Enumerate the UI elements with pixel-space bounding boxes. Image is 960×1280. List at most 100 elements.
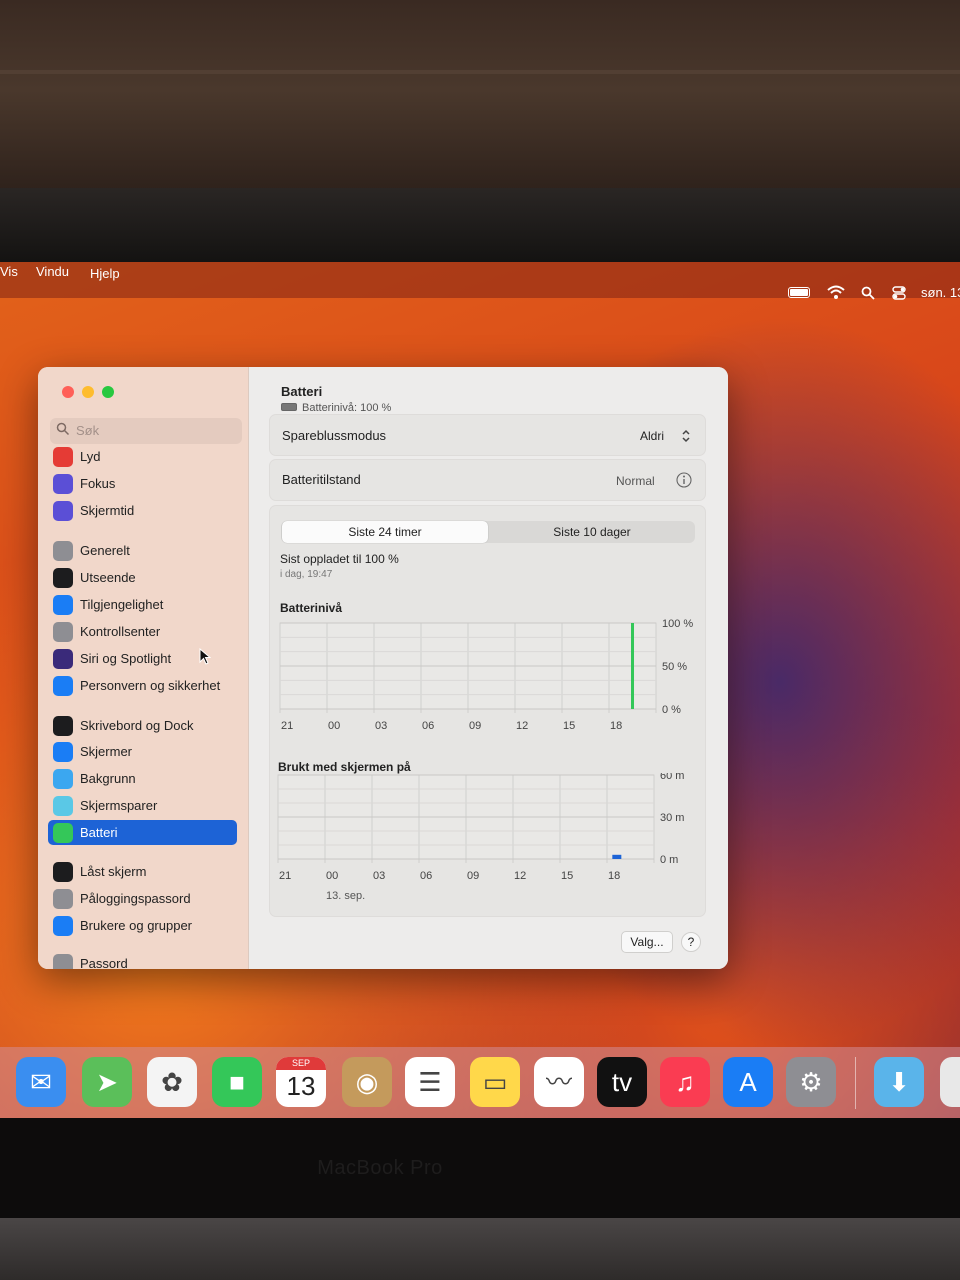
sidebar-item-personvern-og-sikkerhet[interactable]: Personvern og sikkerhet xyxy=(48,673,237,698)
hand-icon xyxy=(53,676,73,696)
x-tick-label: 03 xyxy=(373,870,385,882)
trash-icon[interactable] xyxy=(940,1057,960,1107)
chevron-updown-icon[interactable] xyxy=(681,429,691,443)
battery-health-label: Batteritilstand xyxy=(282,472,361,487)
mail-icon[interactable]: ✉ xyxy=(16,1057,66,1107)
menubar: Vis Vindu Hjelp søn. 13 xyxy=(0,262,960,300)
sidebar-item-label: Generelt xyxy=(80,543,130,558)
appletv-icon[interactable]: tv xyxy=(597,1057,647,1107)
sidebar-item-label: Siri og Spotlight xyxy=(80,651,172,666)
x-tick-label: 12 xyxy=(514,870,526,882)
battery-health-value: Normal xyxy=(616,474,655,488)
model-label: MacBook Pro xyxy=(317,1156,443,1179)
top-bezel xyxy=(0,188,960,268)
notes-icon[interactable]: ▭ xyxy=(470,1057,520,1107)
downloads-folder-icon[interactable]: ⬇ xyxy=(874,1057,924,1107)
chart-bar xyxy=(612,854,622,859)
sidebar-item-utseende[interactable]: Utseende xyxy=(48,565,237,590)
key-icon xyxy=(53,954,73,969)
calendar-icon[interactable]: SEP 13 xyxy=(276,1057,326,1107)
search-icon xyxy=(56,422,70,436)
sidebar-item-kontrollsenter[interactable]: Kontrollsenter xyxy=(48,619,237,644)
y-tick-label: 30 m xyxy=(660,812,684,824)
sidebar-item-skjermsparer[interactable]: Skjermsparer xyxy=(48,793,237,818)
search-placeholder: Søk xyxy=(76,423,100,438)
laptop-base xyxy=(0,1218,960,1280)
appstore-icon[interactable]: A xyxy=(723,1057,773,1107)
spotlight-search-icon[interactable] xyxy=(861,286,875,300)
background-room xyxy=(0,0,960,200)
photos-icon[interactable]: ✿ xyxy=(147,1057,197,1107)
sidebar-item-generelt[interactable]: Generelt xyxy=(48,538,237,563)
x-tick-label: 09 xyxy=(467,870,479,882)
x-tick-label: 03 xyxy=(375,720,387,732)
sidebar-item-skrivebord-og-dock[interactable]: Skrivebord og Dock xyxy=(48,713,237,738)
menu-hjelp[interactable]: Hjelp xyxy=(90,266,120,281)
screen-on-chart: 60 m 30 m 0 m 21 00 03 06 09 12 15 18 13. sep. xyxy=(277,773,684,902)
x-tick-label: 18 xyxy=(608,870,620,882)
system-settings-icon[interactable]: ⚙ xyxy=(786,1057,836,1107)
menu-vis[interactable]: Vis xyxy=(0,264,18,279)
sidebar-item-label: Skjermtid xyxy=(80,503,135,518)
close-button[interactable] xyxy=(62,386,74,398)
sidebar-item-label: Bakgrunn xyxy=(80,771,136,786)
sidebar-item-label: Påloggingspassord xyxy=(80,891,191,906)
sidebar-item-låst-skjerm[interactable]: Låst skjerm xyxy=(48,859,237,884)
low-power-popup[interactable]: Aldri xyxy=(640,429,664,443)
reminders-icon[interactable]: ☰ xyxy=(405,1057,455,1107)
freeform-icon[interactable]: 〰 xyxy=(534,1057,584,1107)
bottom-bezel: MacBook Pro xyxy=(0,1118,960,1218)
menu-vindu[interactable]: Vindu xyxy=(36,264,69,279)
sidebar-item-batteri[interactable]: Batteri xyxy=(48,820,237,845)
control-center-icon[interactable] xyxy=(892,286,906,300)
contacts-icon[interactable]: ◉ xyxy=(342,1057,392,1107)
battery-level-chart-title: Batterinivå xyxy=(280,601,343,615)
y-tick-label: 60 m xyxy=(660,773,684,782)
minimize-button[interactable] xyxy=(82,386,94,398)
toggles-icon xyxy=(53,622,73,642)
low-power-label: Spareblussmodus xyxy=(282,428,387,443)
sidebar-item-label: Passord xyxy=(80,956,128,969)
moon-icon xyxy=(53,474,73,494)
users-icon xyxy=(53,916,73,936)
wifi-icon[interactable] xyxy=(826,284,846,300)
sidebar-item-skjermer[interactable]: Skjermer xyxy=(48,739,237,764)
tab-last-24-hours[interactable]: Siste 24 timer xyxy=(282,521,488,543)
search-field[interactable]: Søk xyxy=(50,418,242,444)
x-tick-label: 15 xyxy=(563,720,575,732)
zoom-button[interactable] xyxy=(102,386,114,398)
sidebar-item-passord[interactable]: Passord xyxy=(48,951,237,969)
y-tick-label: 0 % xyxy=(662,704,681,716)
info-icon[interactable] xyxy=(676,472,692,488)
sidebar-item-lyd[interactable]: Lyd xyxy=(48,444,237,469)
battery-level-icon xyxy=(281,403,297,411)
sidebar-item-label: Låst skjerm xyxy=(80,864,147,879)
clock[interactable]: søn. 13 xyxy=(921,285,960,300)
low-power-row: Spareblussmodus Aldri xyxy=(269,414,706,456)
sidebar: Søk Lyd Fokus Skjermtid Generelt Utseende Til… xyxy=(38,367,249,969)
dock: ✉ ➤ ✿ ■ SEP 13 ◉ ☰ ▭ 〰 tv ♫ A ⚙ ⬇ xyxy=(0,1047,960,1120)
screensaver-icon xyxy=(53,796,73,816)
lock-icon xyxy=(53,889,73,909)
x-date-label: 13. sep. xyxy=(326,890,365,902)
sidebar-item-label: Utseende xyxy=(80,570,136,585)
sidebar-item-bakgrunn[interactable]: Bakgrunn xyxy=(48,766,237,791)
gear-icon xyxy=(53,541,73,561)
appearance-icon xyxy=(53,568,73,588)
tab-last-10-days[interactable]: Siste 10 dager xyxy=(489,521,695,543)
sidebar-item-skjermtid[interactable]: Skjermtid xyxy=(48,498,237,523)
x-tick-label: 18 xyxy=(610,720,622,732)
options-button[interactable]: Valg... xyxy=(621,931,673,953)
sidebar-item-brukere-og-grupper[interactable]: Brukere og grupper xyxy=(48,913,237,938)
sidebar-item-label: Lyd xyxy=(80,449,101,464)
battery-status-icon[interactable] xyxy=(788,287,810,298)
sidebar-item-påloggingspassord[interactable]: Påloggingspassord xyxy=(48,886,237,911)
maps-icon[interactable]: ➤ xyxy=(82,1057,132,1107)
sidebar-item-fokus[interactable]: Fokus xyxy=(48,471,237,496)
music-icon[interactable]: ♫ xyxy=(660,1057,710,1107)
facetime-icon[interactable]: ■ xyxy=(212,1057,262,1107)
hourglass-icon xyxy=(53,501,73,521)
help-button[interactable]: ? xyxy=(681,932,701,952)
siri-icon xyxy=(53,649,73,669)
sidebar-item-tilgjengelighet[interactable]: Tilgjengelighet xyxy=(48,592,237,617)
